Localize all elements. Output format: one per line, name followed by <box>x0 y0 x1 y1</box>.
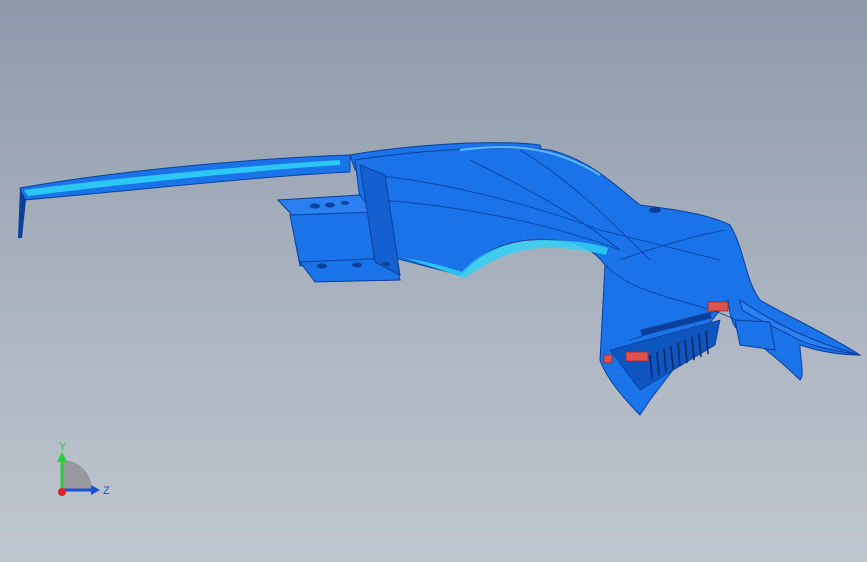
mounting-bracket[interactable] <box>276 164 401 283</box>
z-axis-label: Z <box>103 485 110 497</box>
x-axis-icon <box>58 488 66 496</box>
main-panel[interactable] <box>354 146 862 416</box>
coordinate-triad: Y Z <box>57 441 110 497</box>
cad-viewport[interactable] <box>0 0 867 562</box>
triad-arc <box>62 460 92 490</box>
y-axis-label: Y <box>59 441 67 453</box>
